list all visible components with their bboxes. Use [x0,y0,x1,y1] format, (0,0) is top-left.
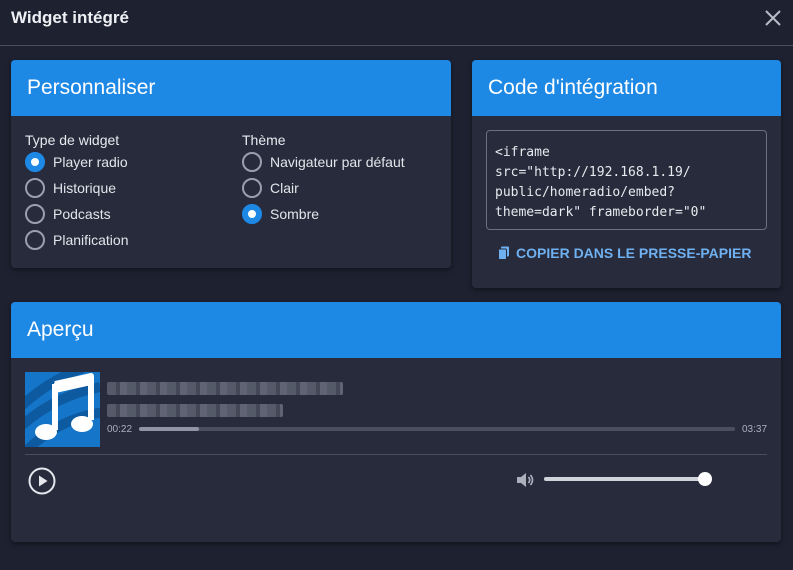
track-title-redacted [107,382,343,395]
option-label: Navigateur par défaut [270,154,405,170]
widget-type-option-history[interactable]: Historique [25,175,129,201]
widget-type-option-schedule[interactable]: Planification [25,227,129,253]
album-cover [25,372,100,447]
modal-title: Widget intégré [11,8,129,27]
widget-type-option-podcasts[interactable]: Podcasts [25,201,129,227]
embed-code-textarea[interactable]: <iframe src="http://192.168.1.19/ public… [486,130,767,230]
radio-icon[interactable] [242,152,262,172]
modal-header: Widget intégré [0,0,793,46]
copy-to-clipboard-button[interactable]: COPIER DANS LE PRESSE-PAPIER [498,242,751,264]
widget-type-group: Type de widget Player radio Historique P… [25,132,129,253]
duration-time: 03:37 [742,424,768,435]
radio-icon[interactable] [25,230,45,250]
embed-card: Code d'intégration <iframe src="http://1… [472,60,781,288]
divider [25,454,767,455]
play-icon [28,467,56,495]
copy-icon [498,246,509,260]
customize-card: Personnaliser Type de widget Player radi… [11,60,451,268]
theme-option-light[interactable]: Clair [242,175,405,201]
option-label: Sombre [270,206,320,222]
option-label: Historique [53,180,117,196]
theme-group: Thème Navigateur par défaut Clair Sombre [242,132,405,227]
theme-option-dark[interactable]: Sombre [242,201,405,227]
theme-label: Thème [242,132,286,148]
progress-bar[interactable] [139,427,735,431]
option-label: Clair [270,180,299,196]
radio-selected-icon[interactable] [25,152,45,172]
volume-fill [544,477,705,481]
volume-slider[interactable] [544,472,712,486]
widget-type-label: Type de widget [25,132,120,148]
close-icon[interactable] [763,8,783,28]
embed-title: Code d'intégration [472,60,781,116]
radio-icon[interactable] [25,204,45,224]
preview-title: Aperçu [11,302,781,358]
customize-title: Personnaliser [11,60,451,116]
option-label: Podcasts [53,206,111,222]
widget-type-option-player[interactable]: Player radio [25,149,129,175]
option-label: Player radio [53,154,128,170]
radio-icon[interactable] [25,178,45,198]
elapsed-time: 00:22 [107,424,133,435]
radio-icon[interactable] [242,178,262,198]
progress-fill [139,427,199,431]
copy-button-label: COPIER DANS LE PRESSE-PAPIER [516,245,752,261]
volume-icon[interactable] [515,470,535,490]
theme-option-browser-default[interactable]: Navigateur par défaut [242,149,405,175]
preview-card: Aperçu 00:22 03:37 [11,302,781,542]
volume-knob[interactable] [698,472,712,486]
option-label: Planification [53,232,129,248]
radio-selected-icon[interactable] [242,204,262,224]
play-button[interactable] [27,466,57,496]
track-artist-redacted [107,404,283,417]
music-note-icon [25,372,100,447]
